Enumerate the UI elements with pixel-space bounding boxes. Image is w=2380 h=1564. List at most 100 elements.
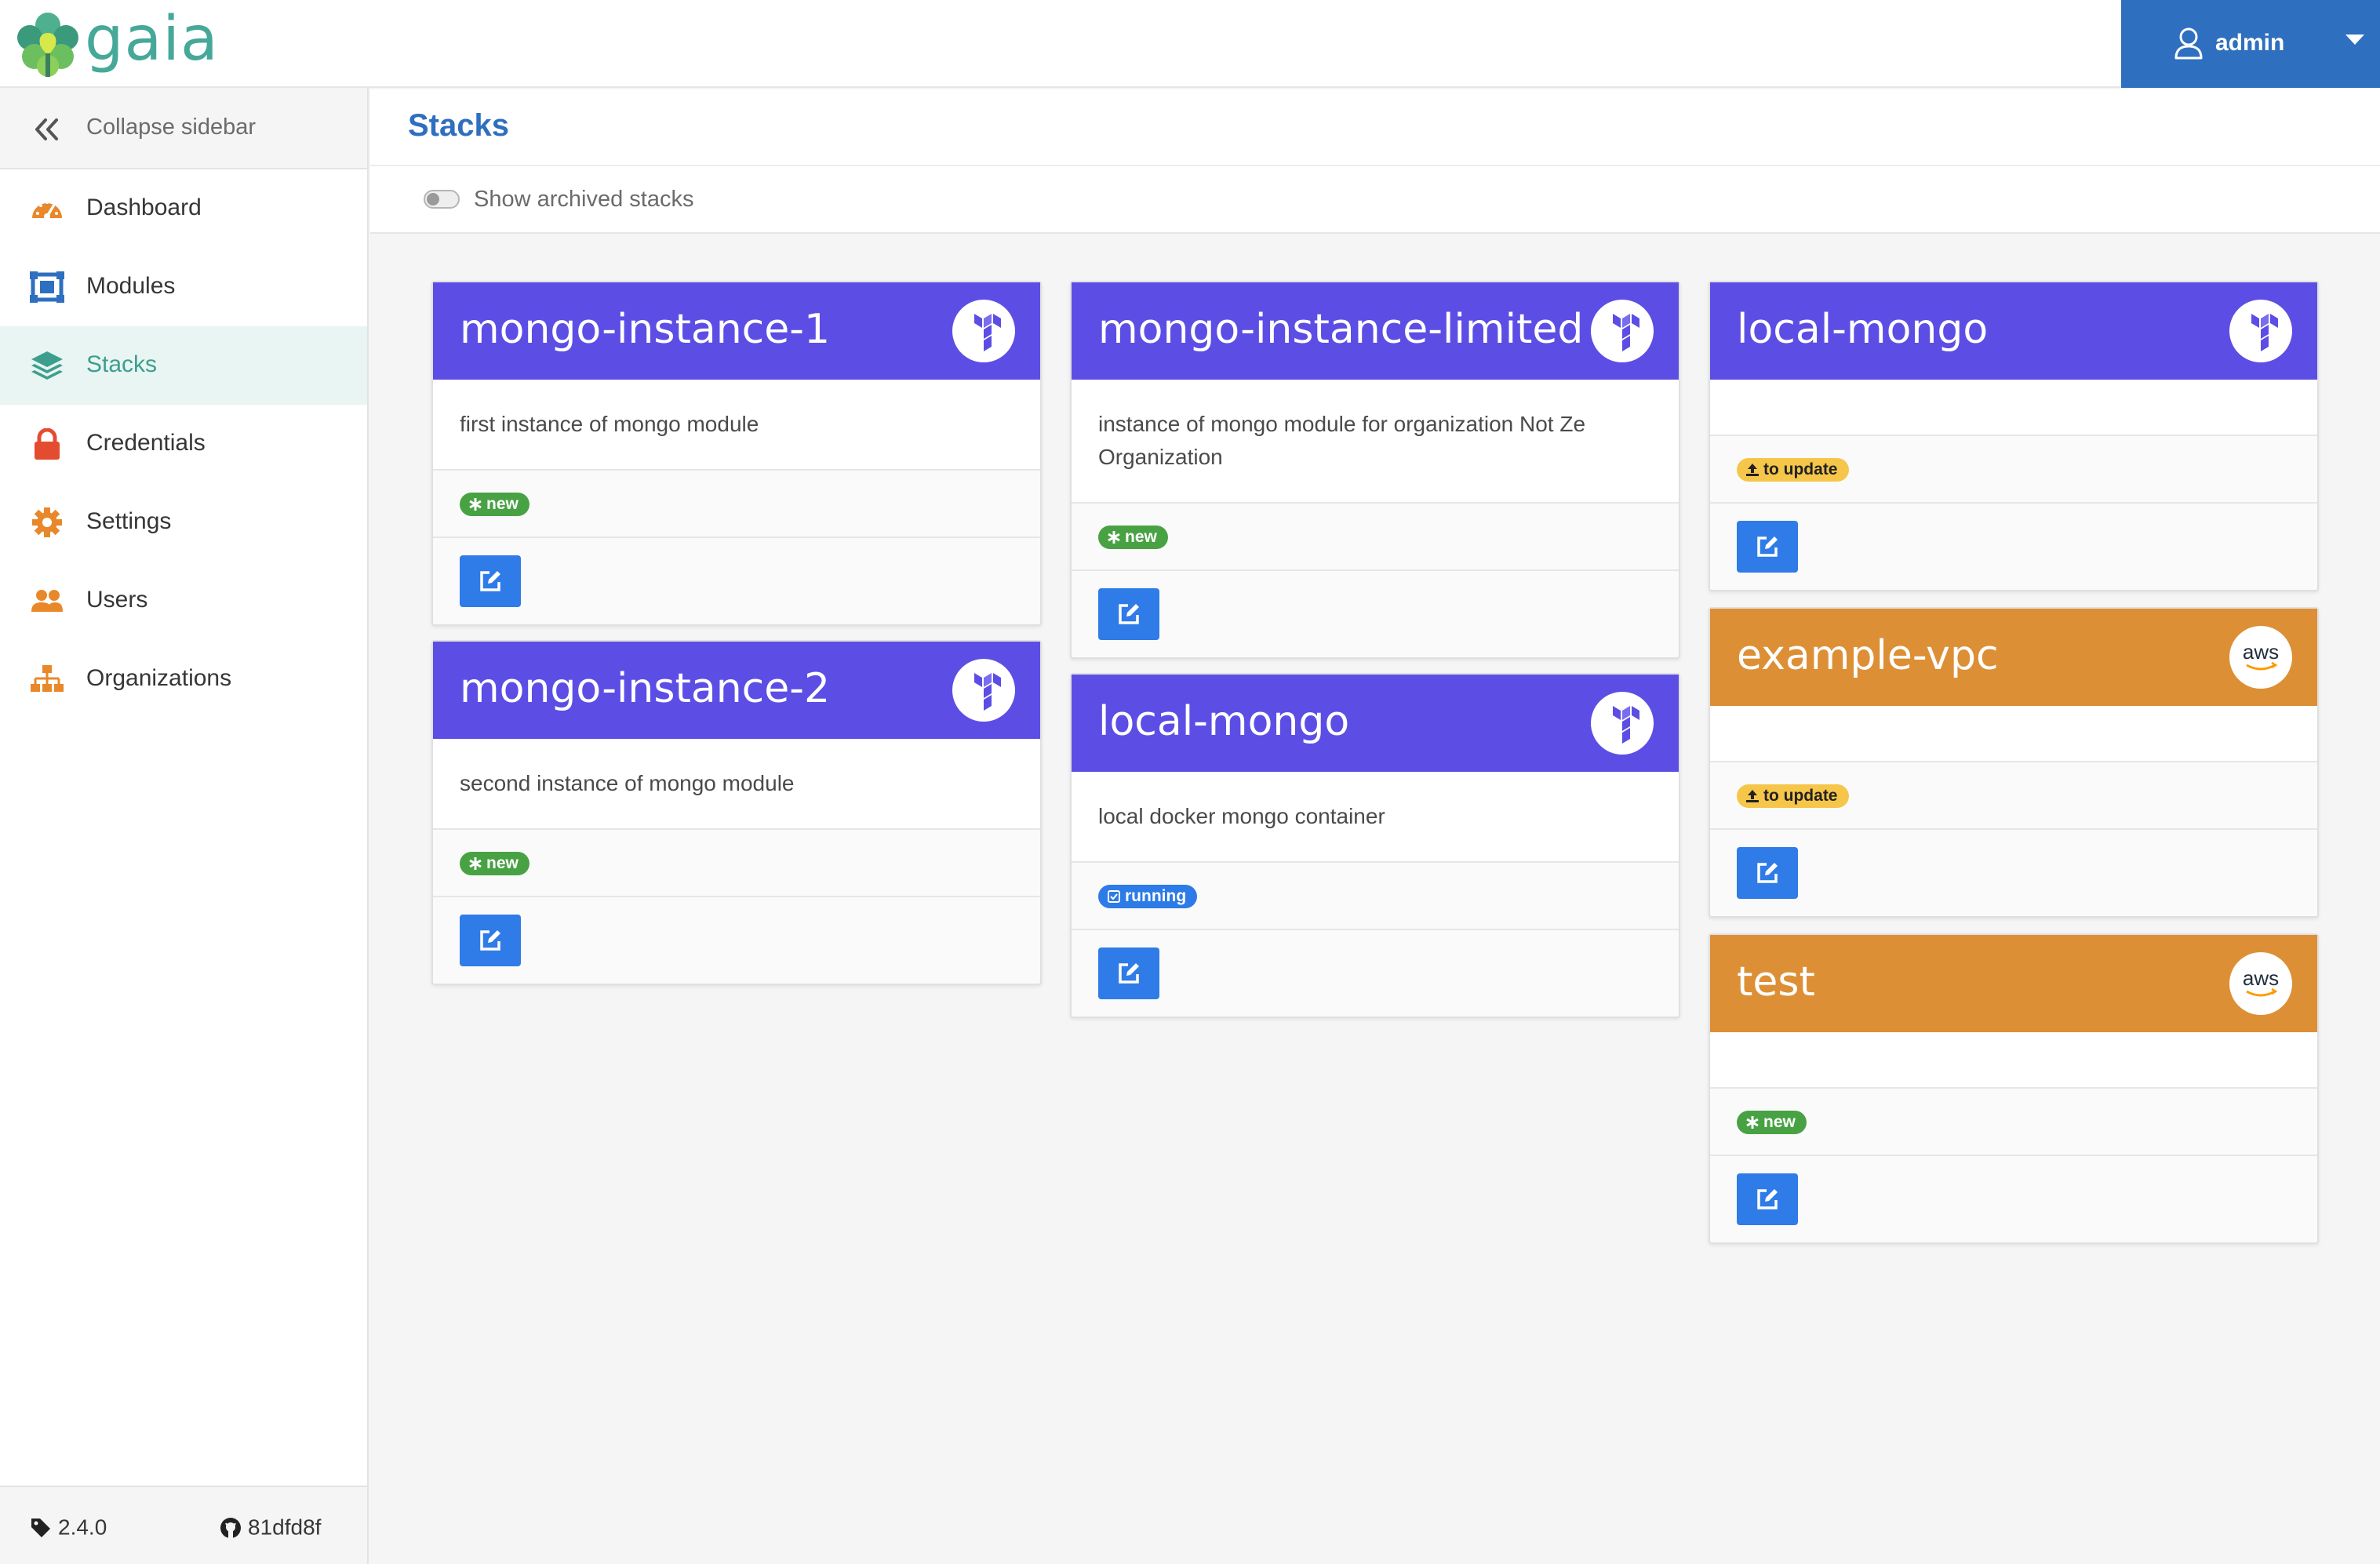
sidebar-item-label: Dashboard [86,195,202,220]
upload-icon [1746,790,1759,802]
stack-description: second instance of mongo module [433,739,1040,830]
edit-icon [1757,863,1778,883]
edit-stack-button[interactable] [1098,947,1159,999]
svg-text:aws: aws [2243,966,2279,990]
stack-card-header: mongo-instance-2 [433,642,1040,739]
collapse-sidebar-button[interactable]: Collapse sidebar [0,88,367,169]
asterisk-icon [469,857,482,870]
check-square-icon [1108,890,1120,903]
terraform-icon [2229,300,2292,362]
stack-actions [433,538,1040,624]
aws-icon: aws [2229,626,2292,689]
status-badge: to update [1737,784,1849,808]
stack-card: mongo-instance-1 first instance of mongo… [431,281,1042,626]
stack-title: example-vpc [1737,632,1999,679]
edit-stack-button[interactable] [1098,588,1159,640]
sidebar-item-label: Organizations [86,665,232,691]
version-number: 2.4.0 [58,1515,107,1540]
sidebar-item-organizations[interactable]: Organizations [0,640,367,718]
chevron-down-icon [2345,35,2364,45]
stack-card-header: local-mongo [1710,282,2317,380]
sidebar-footer: 2.4.0 81dfd8f [0,1486,367,1564]
sitemap-icon [31,665,64,692]
edit-icon [480,930,500,951]
logo-text: gaia [85,4,219,75]
user-icon [2174,27,2203,60]
upload-icon [1746,464,1759,476]
version-info: 2.4.0 [30,1514,107,1540]
sidebar-item-settings[interactable]: Settings [0,483,367,562]
stack-actions [1710,1156,2317,1242]
stack-actions [1072,930,1679,1017]
stack-card-header: test aws [1710,935,2317,1032]
page-title: Stacks [408,108,509,143]
commit-link[interactable]: 81dfd8f [220,1514,321,1540]
gaia-logo-icon [17,13,78,77]
stack-card: local-mongo local docker mongo container… [1070,673,1680,1018]
edit-stack-button[interactable] [1737,1173,1798,1225]
sidebar-item-dashboard[interactable]: Dashboard [0,169,367,248]
lock-icon [35,428,60,460]
edit-stack-button[interactable] [460,555,521,607]
asterisk-icon [1746,1116,1759,1129]
double-chevron-left-icon [35,118,58,140]
edit-stack-button[interactable] [1737,521,1798,573]
sidebar-item-label: Users [86,587,148,613]
status-badge: to update [1737,458,1849,482]
sidebar-item-label: Modules [86,273,176,299]
gaia-logo[interactable]: gaia [14,4,227,82]
sidebar-item-label: Settings [86,508,172,534]
sidebar-item-modules[interactable]: Modules [0,248,367,326]
stack-actions [433,897,1040,984]
stack-card: example-vpc aws to update [1709,607,2319,918]
stack-state: running [1072,863,1679,930]
status-badge: running [1098,885,1198,908]
svg-text:aws: aws [2243,640,2279,664]
stack-title: mongo-instance-limited [1098,306,1584,353]
status-badge: new [460,493,529,516]
edit-stack-button[interactable] [460,915,521,966]
stack-card-header: example-vpc aws [1710,609,2317,706]
sidebar-item-label: Credentials [86,430,206,456]
sidebar-item-credentials[interactable]: Credentials [0,405,367,483]
sidebar-item-stacks[interactable]: Stacks [0,326,367,405]
edit-icon [1757,536,1778,557]
stack-state: new [433,471,1040,538]
stack-state: new [1710,1089,2317,1156]
stack-description: first instance of mongo module [433,380,1040,471]
edit-icon [1119,963,1139,984]
collapse-sidebar-label: Collapse sidebar [86,115,257,140]
stack-card-header: mongo-instance-1 [433,282,1040,380]
stack-title: mongo-instance-2 [460,665,831,712]
github-icon [220,1517,241,1538]
stack-card: test aws new [1709,933,2319,1244]
sidebar-item-label: Stacks [86,351,158,377]
user-menu-button[interactable]: admin [2121,0,2380,88]
edit-stack-button[interactable] [1737,847,1798,899]
top-navbar: gaia admin [0,0,2380,88]
tachometer-icon [32,201,62,220]
tag-icon [31,1518,50,1537]
stack-title: local-mongo [1737,306,1989,353]
sidebar-item-users[interactable]: Users [0,562,367,640]
edit-icon [1757,1189,1778,1209]
commit-hash: 81dfd8f [248,1515,322,1540]
stack-state: to update [1710,762,2317,830]
stack-state: new [433,830,1040,897]
layers-icon [31,351,63,380]
user-name: admin [2215,30,2285,56]
stack-actions [1710,504,2317,590]
stack-card: local-mongo to update [1709,281,2319,591]
status-badge: new [460,852,529,875]
edit-icon [480,571,500,591]
aws-icon: aws [2229,952,2292,1015]
stack-actions [1710,830,2317,916]
show-archived-label: Show archived stacks [474,187,694,212]
stack-state: new [1072,504,1679,571]
stack-card-header: mongo-instance-limited [1072,282,1679,380]
stack-card: mongo-instance-2 second instance of mong… [431,640,1042,985]
terraform-icon [952,659,1015,722]
users-icon [31,590,63,612]
asterisk-icon [1108,531,1120,544]
show-archived-toggle[interactable] [424,190,460,209]
